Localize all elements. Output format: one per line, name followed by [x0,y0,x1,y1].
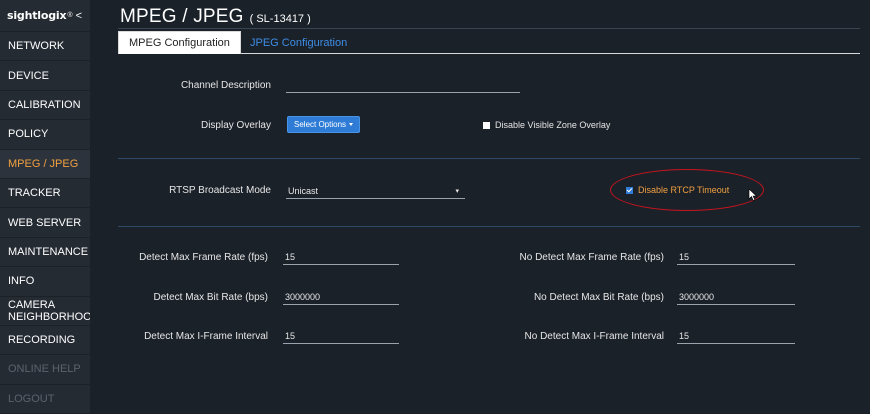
rtsp-broadcast-mode-label: RTSP Broadcast Mode [169,185,271,196]
no-detect-max-frame-rate-input[interactable]: 15 [677,251,795,265]
caret-down-icon: ▾ [455,188,459,195]
channel-description-label: Channel Description [180,80,271,91]
sidebar-item-info[interactable]: INFO [0,267,90,297]
detect-max-frame-rate-input[interactable]: 15 [283,251,399,265]
display-overlay-label: Display Overlay [200,120,271,131]
rtsp-broadcast-mode-select[interactable]: Unicast ▾ [286,184,465,199]
page-subtitle: ( SL-13417 ) [249,13,311,25]
disable-rtcp-timeout-checkbox[interactable]: Disable RTCP Timeout [626,185,729,195]
detect-max-iframe-interval-label: Detect Max I-Frame Interval [144,331,268,342]
sidebar-item-logout[interactable]: LOGOUT [0,385,90,414]
caret-down-icon [349,123,354,126]
select-options-label: Select Options [294,120,347,129]
no-detect-max-bit-rate-input[interactable]: 3000000 [677,291,795,305]
detect-max-frame-rate-label: Detect Max Frame Rate (fps) [139,252,268,263]
checkbox-icon [483,121,490,129]
no-detect-max-frame-rate-label: No Detect Max Frame Rate (fps) [519,252,664,263]
sidebar-item-web-server[interactable]: WEB SERVER [0,208,90,238]
tab-bar: MPEG Configuration JPEG Configuration [118,30,860,54]
mouse-pointer-icon [748,189,758,201]
page-title: MPEG / JPEG [120,6,244,27]
select-options-button[interactable]: Select Options [287,116,361,133]
title-divider [118,28,860,29]
sidebar-item-online-help[interactable]: ONLINE HELP [0,355,90,385]
main-panel: MPEG / JPEG ( SL-13417 ) MPEG Configurat… [90,0,870,414]
page-header: MPEG / JPEG ( SL-13417 ) [120,6,311,28]
sidebar: sightlogix ® < NETWORK DEVICE CALIBRATIO… [0,0,100,414]
section-divider [118,226,860,227]
disable-visible-zone-overlay-checkbox[interactable]: Disable Visible Zone Overlay [483,120,610,130]
detect-max-bit-rate-input[interactable]: 3000000 [283,291,399,305]
sidebar-item-mpeg-jpeg[interactable]: MPEG / JPEG [0,149,90,179]
disable-visible-zone-overlay-label: Disable Visible Zone Overlay [495,120,611,130]
sidebar-item-device[interactable]: DEVICE [0,61,90,91]
sidebar-item-tracker[interactable]: TRACKER [0,179,90,209]
sidebar-item-policy[interactable]: POLICY [0,120,90,150]
sidebar-item-calibration[interactable]: CALIBRATION [0,91,90,121]
rtsp-broadcast-mode-value: Unicast [288,186,319,196]
app-root: sightlogix ® < NETWORK DEVICE CALIBRATIO… [0,0,870,414]
brand-logo: sightlogix [7,9,67,22]
sidebar-item-maintenance[interactable]: MAINTENANCE [0,238,90,268]
checkbox-icon [626,186,633,194]
tab-mpeg-configuration[interactable]: MPEG Configuration [118,31,241,54]
brand-registered-mark: ® [67,12,73,19]
disable-rtcp-timeout-label: Disable RTCP Timeout [638,185,730,195]
no-detect-max-iframe-interval-input[interactable]: 15 [677,330,795,344]
tab-jpeg-configuration[interactable]: JPEG Configuration [240,31,357,54]
sidebar-item-recording[interactable]: RECORDING [0,326,90,356]
detect-max-iframe-interval-input[interactable]: 15 [283,330,399,344]
no-detect-max-iframe-interval-label: No Detect Max I-Frame Interval [524,331,664,342]
sidebar-item-network[interactable]: NETWORK [0,32,90,62]
channel-description-input[interactable] [286,79,520,93]
detect-max-bit-rate-label: Detect Max Bit Rate (bps) [153,292,268,303]
sidebar-item-camera-neighborhood[interactable]: CAMERA NEIGHBORHOOD [0,297,100,326]
brand-bar: sightlogix ® < [0,0,90,32]
no-detect-max-bit-rate-label: No Detect Max Bit Rate (bps) [533,292,664,303]
section-divider [118,158,860,159]
sidebar-collapse-icon[interactable]: < [76,10,82,22]
